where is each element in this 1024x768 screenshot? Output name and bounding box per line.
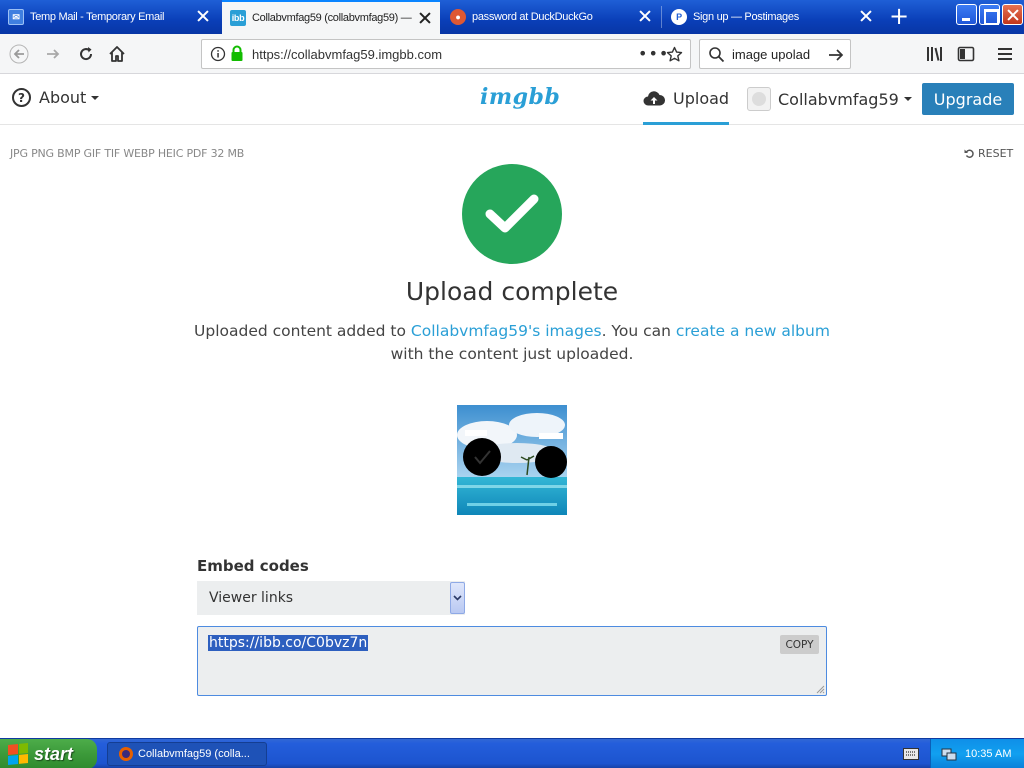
close-tab-icon[interactable] bbox=[638, 9, 652, 23]
caret-down-icon bbox=[91, 95, 100, 100]
reset-label: RESET bbox=[978, 147, 1014, 160]
windows-logo-icon bbox=[8, 742, 28, 766]
create-album-link[interactable]: create a new album bbox=[676, 322, 830, 340]
firefox-icon bbox=[119, 747, 133, 761]
close-tab-icon[interactable] bbox=[196, 9, 210, 23]
tab-temp-mail[interactable]: ✉ Temp Mail - Temporary Email bbox=[0, 0, 218, 34]
site-header: ? About imgbb Upload Collabvmfag59 Upgra… bbox=[0, 74, 1024, 125]
close-window-button[interactable] bbox=[1002, 4, 1023, 25]
tab-label: Sign up — Postimages bbox=[693, 11, 799, 23]
beach-image bbox=[457, 405, 567, 515]
search-input[interactable]: image upolad bbox=[732, 47, 810, 62]
windows-taskbar: start Collabvmfag59 (colla... 10:35 AM bbox=[0, 738, 1024, 768]
reload-icon bbox=[80, 47, 93, 61]
tab-duckduckgo[interactable]: ● password at DuckDuckGo bbox=[442, 0, 660, 34]
allowed-formats-text: JPG PNG BMP GIF TIF WEBP HEIC PDF 32 MB bbox=[10, 147, 245, 160]
tab-postimages[interactable]: P Sign up — Postimages bbox=[663, 0, 881, 34]
close-tab-icon[interactable] bbox=[418, 11, 432, 25]
network-icon[interactable] bbox=[941, 746, 957, 762]
embed-type-select[interactable]: Viewer links bbox=[197, 581, 465, 615]
upgrade-button[interactable]: Upgrade bbox=[922, 83, 1014, 115]
reload-button[interactable] bbox=[71, 39, 101, 69]
tab-label: Temp Mail - Temporary Email bbox=[30, 11, 165, 23]
bookmark-star-icon[interactable] bbox=[666, 46, 683, 63]
back-arrow-icon bbox=[9, 44, 29, 64]
lock-icon bbox=[231, 45, 243, 61]
user-menu[interactable]: Collabvmfag59 bbox=[747, 87, 912, 111]
tab-separator bbox=[661, 6, 662, 28]
tab-label: Collabvmfag59 (collabvmfag59) — bbox=[252, 12, 412, 24]
uploaded-image-thumbnail[interactable] bbox=[457, 405, 567, 515]
user-images-link[interactable]: Collabvmfag59's images bbox=[411, 322, 602, 340]
start-button[interactable]: start bbox=[0, 739, 97, 768]
library-icon bbox=[927, 47, 942, 61]
embed-codes-label: Embed codes bbox=[197, 557, 309, 575]
browser-tab-strip: ✉ Temp Mail - Temporary Email ibb Collab… bbox=[0, 0, 1024, 34]
home-icon bbox=[109, 46, 125, 62]
minimize-window-button[interactable] bbox=[956, 4, 977, 25]
desc-text-2: . You can bbox=[601, 322, 676, 340]
search-bar[interactable]: image upolad bbox=[699, 39, 851, 69]
success-check-icon bbox=[462, 164, 562, 264]
embed-code-textarea[interactable]: https://ibb.co/C0bvz7n COPY bbox=[197, 626, 827, 696]
sidebar-toggle-button[interactable] bbox=[951, 39, 981, 69]
duckduckgo-icon: ● bbox=[450, 9, 466, 25]
cloud-upload-icon bbox=[643, 90, 665, 105]
upload-description: Uploaded content added to Collabvmfag59'… bbox=[180, 320, 844, 366]
maximize-window-button[interactable] bbox=[979, 4, 1000, 25]
close-tab-icon[interactable] bbox=[859, 9, 873, 23]
username-label: Collabvmfag59 bbox=[778, 89, 899, 109]
hamburger-menu-icon bbox=[998, 48, 1012, 60]
back-button[interactable] bbox=[4, 39, 34, 69]
search-icon bbox=[709, 47, 725, 63]
about-menu[interactable]: ? About bbox=[12, 88, 100, 107]
imgbb-logo[interactable]: imgbb bbox=[480, 84, 560, 110]
menu-button[interactable] bbox=[990, 39, 1020, 69]
library-button[interactable] bbox=[920, 39, 950, 69]
url-bar[interactable]: https://collabvmfag59.imgbb.com ••• bbox=[201, 39, 691, 69]
desc-text-1: Uploaded content added to bbox=[194, 322, 411, 340]
imgbb-icon: ibb bbox=[230, 10, 246, 26]
upload-label: Upload bbox=[673, 88, 730, 108]
system-tray: 10:35 AM bbox=[930, 739, 1024, 768]
page-actions-icon[interactable]: ••• bbox=[638, 44, 669, 63]
copy-button[interactable]: COPY bbox=[780, 635, 819, 654]
postimages-icon: P bbox=[671, 9, 687, 25]
upload-nav-link[interactable]: Upload bbox=[643, 74, 730, 125]
sidebar-icon bbox=[957, 46, 975, 62]
clock: 10:35 AM bbox=[965, 748, 1012, 760]
taskbar-item-label: Collabvmfag59 (colla... bbox=[138, 748, 250, 760]
caret-down-icon bbox=[903, 97, 912, 101]
checkmark-icon bbox=[485, 194, 539, 233]
resize-grip-icon[interactable] bbox=[815, 684, 825, 694]
home-button[interactable] bbox=[102, 39, 132, 69]
avatar bbox=[747, 87, 771, 111]
tab-imgbb[interactable]: ibb Collabvmfag59 (collabvmfag59) — bbox=[222, 0, 440, 34]
browser-toolbar: https://collabvmfag59.imgbb.com ••• imag… bbox=[0, 34, 1024, 74]
dropdown-arrow-icon[interactable] bbox=[450, 582, 465, 614]
reset-button[interactable]: RESET bbox=[964, 147, 1013, 160]
forward-button[interactable] bbox=[38, 39, 68, 69]
embed-type-value: Viewer links bbox=[209, 590, 294, 606]
forward-arrow-icon bbox=[47, 49, 60, 59]
info-icon[interactable] bbox=[210, 46, 226, 62]
help-icon: ? bbox=[12, 88, 31, 107]
about-label: About bbox=[39, 88, 87, 107]
keyboard-icon[interactable] bbox=[903, 748, 919, 760]
start-label: start bbox=[34, 743, 74, 764]
desc-text-3: with the content just uploaded. bbox=[390, 345, 634, 363]
embed-code-text[interactable]: https://ibb.co/C0bvz7n bbox=[208, 635, 369, 651]
taskbar-item-firefox[interactable]: Collabvmfag59 (colla... bbox=[107, 742, 267, 766]
upload-complete-title: Upload complete bbox=[405, 277, 619, 306]
mail-icon: ✉ bbox=[8, 9, 24, 25]
search-go-arrow-icon[interactable] bbox=[828, 47, 844, 63]
url-text: https://collabvmfag59.imgbb.com bbox=[252, 46, 443, 62]
reset-icon bbox=[964, 149, 974, 158]
new-tab-button[interactable]: + bbox=[884, 2, 914, 32]
tab-label: password at DuckDuckGo bbox=[472, 11, 593, 23]
